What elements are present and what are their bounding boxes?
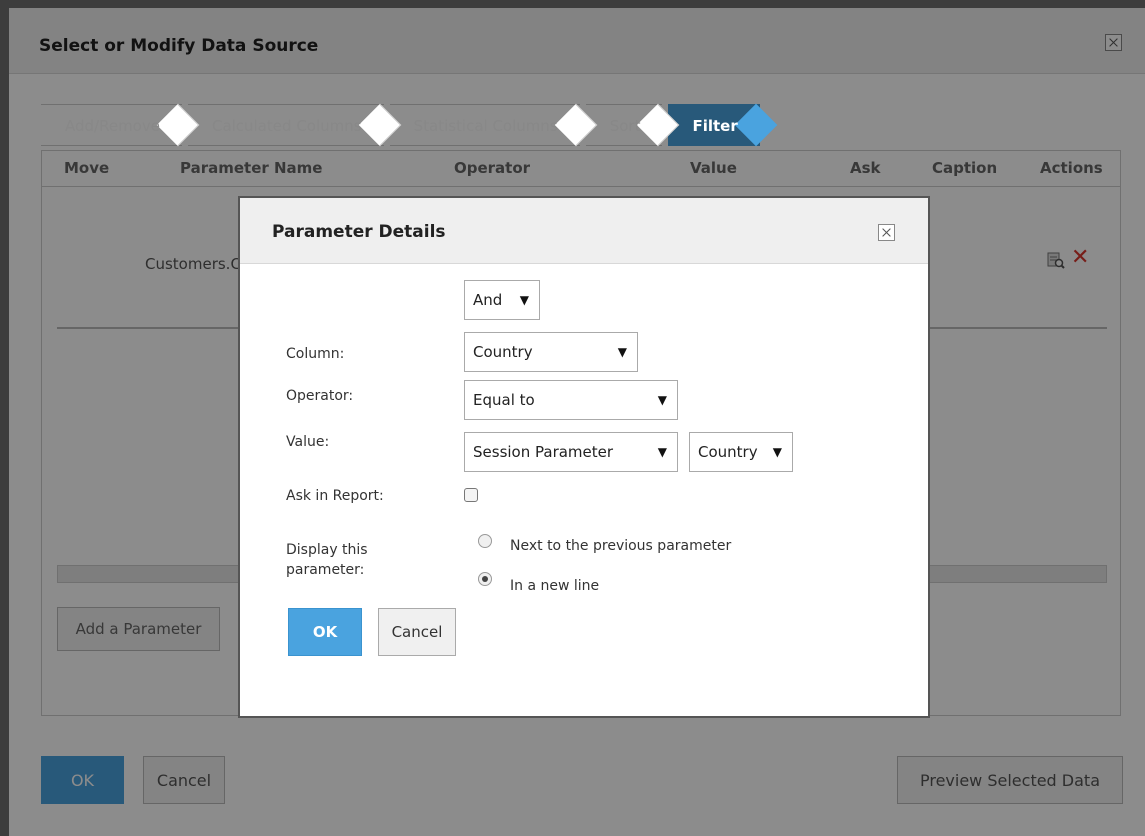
chevron-down-icon: ▼ — [772, 445, 782, 459]
radio-next-to-previous[interactable] — [478, 534, 492, 548]
modal-header: Parameter Details — [240, 198, 928, 264]
column-label: Column: — [286, 346, 345, 362]
chevron-down-icon: ▼ — [519, 293, 529, 307]
chevron-down-icon: ▼ — [657, 445, 667, 459]
modal-ok-button[interactable]: OK — [288, 608, 362, 656]
radio-new-line[interactable] — [478, 572, 492, 586]
session-parameter-select[interactable]: Country ▼ — [689, 432, 793, 472]
display-label-line1: Display this — [286, 542, 368, 558]
parameter-details-modal: Parameter Details And ▼ Column: Country ▼ … — [238, 196, 930, 718]
chevron-down-icon: ▼ — [657, 393, 667, 407]
radio-new-line-label: In a new line — [510, 578, 600, 594]
modal-cancel-button[interactable]: Cancel — [378, 608, 456, 656]
ask-in-report-label: Ask in Report: — [286, 488, 384, 504]
operator-select[interactable]: Equal to ▼ — [464, 380, 678, 420]
radio-next-to-previous-label: Next to the previous parameter — [510, 538, 732, 554]
display-label-line2: parameter: — [286, 562, 365, 578]
chevron-down-icon: ▼ — [617, 345, 627, 359]
close-icon[interactable] — [878, 224, 895, 241]
column-select[interactable]: Country ▼ — [464, 332, 638, 372]
value-label: Value: — [286, 434, 330, 450]
value-type-select[interactable]: Session Parameter ▼ — [464, 432, 678, 472]
logic-select[interactable]: And ▼ — [464, 280, 540, 320]
operator-label: Operator: — [286, 388, 354, 404]
modal-title: Parameter Details — [272, 222, 446, 242]
ask-in-report-checkbox[interactable] — [464, 488, 478, 502]
